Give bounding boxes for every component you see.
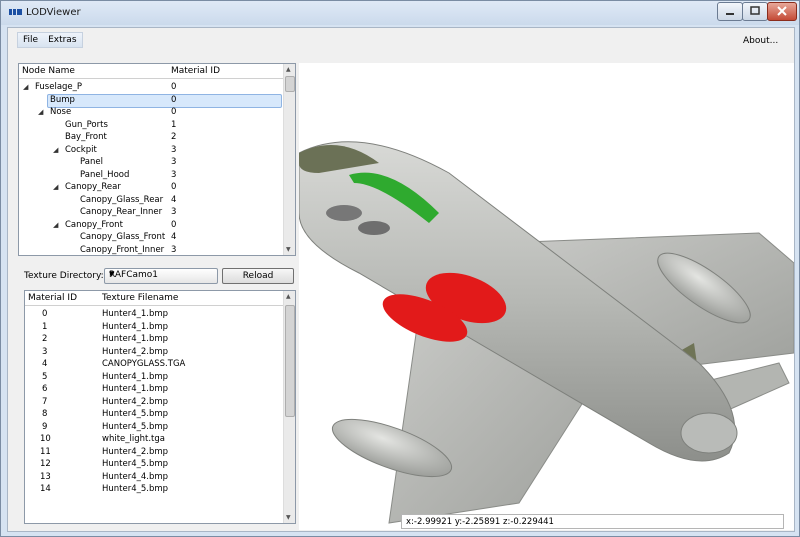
texture-scrollbar[interactable]: ▲ ▼	[283, 291, 295, 523]
tree-row[interactable]: ◢ Canopy_Front 0	[19, 219, 283, 231]
menu-file[interactable]: File	[18, 33, 43, 47]
expand-arrow-icon[interactable]: ◢	[53, 181, 58, 193]
texture-row[interactable]: 13 Hunter4_4.bmp	[25, 471, 289, 483]
coordinate-readout: x:-2.99921 y:-2.25891 z:-0.229441	[401, 514, 784, 529]
tree-row-selected[interactable]: Bump 0	[19, 94, 283, 106]
maximize-button[interactable]	[742, 2, 768, 21]
tree-scrollbar[interactable]: ▲ ▼	[283, 64, 295, 255]
app-window: LODViewer File Extras About... Node Name…	[0, 0, 800, 537]
texture-row[interactable]: 1 Hunter4_1.bmp	[25, 321, 289, 333]
tree-row[interactable]: ◢ Canopy_Rear 0	[19, 181, 283, 193]
menu-bar: File Extras	[17, 32, 83, 48]
scroll-down-icon[interactable]: ▼	[286, 246, 291, 253]
minimize-icon	[726, 13, 734, 15]
scroll-up-icon[interactable]: ▲	[286, 293, 291, 300]
tree-row[interactable]: Panel_Hood 3	[19, 169, 283, 181]
texture-row[interactable]: 14 Hunter4_5.bmp	[25, 483, 289, 495]
maximize-icon	[750, 6, 760, 15]
tree-row[interactable]: Canopy_Glass_Rear 4	[19, 194, 283, 206]
texture-row[interactable]: 12 Hunter4_5.bmp	[25, 458, 289, 470]
scroll-down-icon[interactable]: ▼	[286, 514, 291, 521]
menu-extras[interactable]: Extras	[43, 33, 81, 47]
tree-row[interactable]: Gun_Ports 1	[19, 119, 283, 131]
scroll-thumb[interactable]	[285, 305, 295, 417]
scroll-thumb[interactable]	[285, 76, 295, 92]
expand-arrow-icon[interactable]: ◢	[23, 81, 28, 93]
expand-arrow-icon[interactable]: ◢	[53, 144, 58, 156]
chevron-down-icon: ▼	[109, 270, 115, 278]
texture-row[interactable]: 3 Hunter4_2.bmp	[25, 346, 289, 358]
tree-row[interactable]: Canopy_Glass_Front 4	[19, 231, 283, 243]
aircraft-model-render	[299, 141, 794, 524]
close-icon	[777, 6, 787, 16]
node-tree[interactable]: Node Name Material ID ◢ Fuselage_P 0 Bum…	[18, 63, 296, 256]
tree-row[interactable]: Panel 3	[19, 156, 283, 168]
texture-header: Material ID Texture Filename	[25, 291, 283, 306]
header-node-name[interactable]: Node Name	[22, 66, 75, 76]
tree-row[interactable]: ◢ Fuselage_P 0	[19, 81, 283, 93]
window-title: LODViewer	[26, 7, 81, 18]
reload-button[interactable]: Reload	[222, 268, 294, 284]
header-material-id[interactable]: Material ID	[171, 66, 220, 76]
texture-row[interactable]: 6 Hunter4_1.bmp	[25, 383, 289, 395]
minimize-button[interactable]	[717, 2, 743, 21]
tree-row[interactable]: Canopy_Front_Inner 3	[19, 244, 283, 255]
model-viewport[interactable]	[299, 63, 794, 530]
tree-row[interactable]: ◢ Cockpit 3	[19, 144, 283, 156]
texture-row[interactable]: 9 Hunter4_5.bmp	[25, 421, 289, 433]
header-texture-filename[interactable]: Texture Filename	[102, 293, 178, 303]
expand-arrow-icon[interactable]: ◢	[38, 106, 43, 118]
header-material-id[interactable]: Material ID	[28, 293, 77, 303]
texture-row[interactable]: 10 white_light.tga	[25, 433, 289, 445]
texture-row[interactable]: 2 Hunter4_1.bmp	[25, 333, 289, 345]
texture-row[interactable]: 4 CANOPYGLASS.TGA	[25, 358, 289, 370]
tree-row[interactable]: Canopy_Rear_Inner 3	[19, 206, 283, 218]
tree-header: Node Name Material ID	[19, 64, 283, 79]
texture-list[interactable]: Material ID Texture Filename 0 Hunter4_1.…	[24, 290, 296, 524]
menu-about[interactable]: About...	[743, 36, 778, 46]
client-area: File Extras About... Node Name Material …	[7, 27, 795, 532]
scroll-up-icon[interactable]: ▲	[286, 66, 291, 73]
close-button[interactable]	[767, 2, 797, 21]
texture-row[interactable]: 5 Hunter4_1.bmp	[25, 371, 289, 383]
texture-directory-label: Texture Directory:	[24, 271, 104, 281]
texture-row[interactable]: 0 Hunter4_1.bmp	[25, 308, 289, 320]
expand-arrow-icon[interactable]: ◢	[53, 219, 58, 231]
texture-directory-select[interactable]: RAFCamo1 ▼	[104, 268, 218, 284]
tree-row[interactable]: ◢ Nose 0	[19, 106, 283, 118]
texture-row[interactable]: 7 Hunter4_2.bmp	[25, 396, 289, 408]
tree-row[interactable]: Bay_Front 2	[19, 131, 283, 143]
title-bar[interactable]: LODViewer	[1, 1, 799, 25]
texture-row[interactable]: 11 Hunter4_2.bmp	[25, 446, 289, 458]
texture-row[interactable]: 8 Hunter4_5.bmp	[25, 408, 289, 420]
lod-app-icon	[9, 8, 23, 19]
